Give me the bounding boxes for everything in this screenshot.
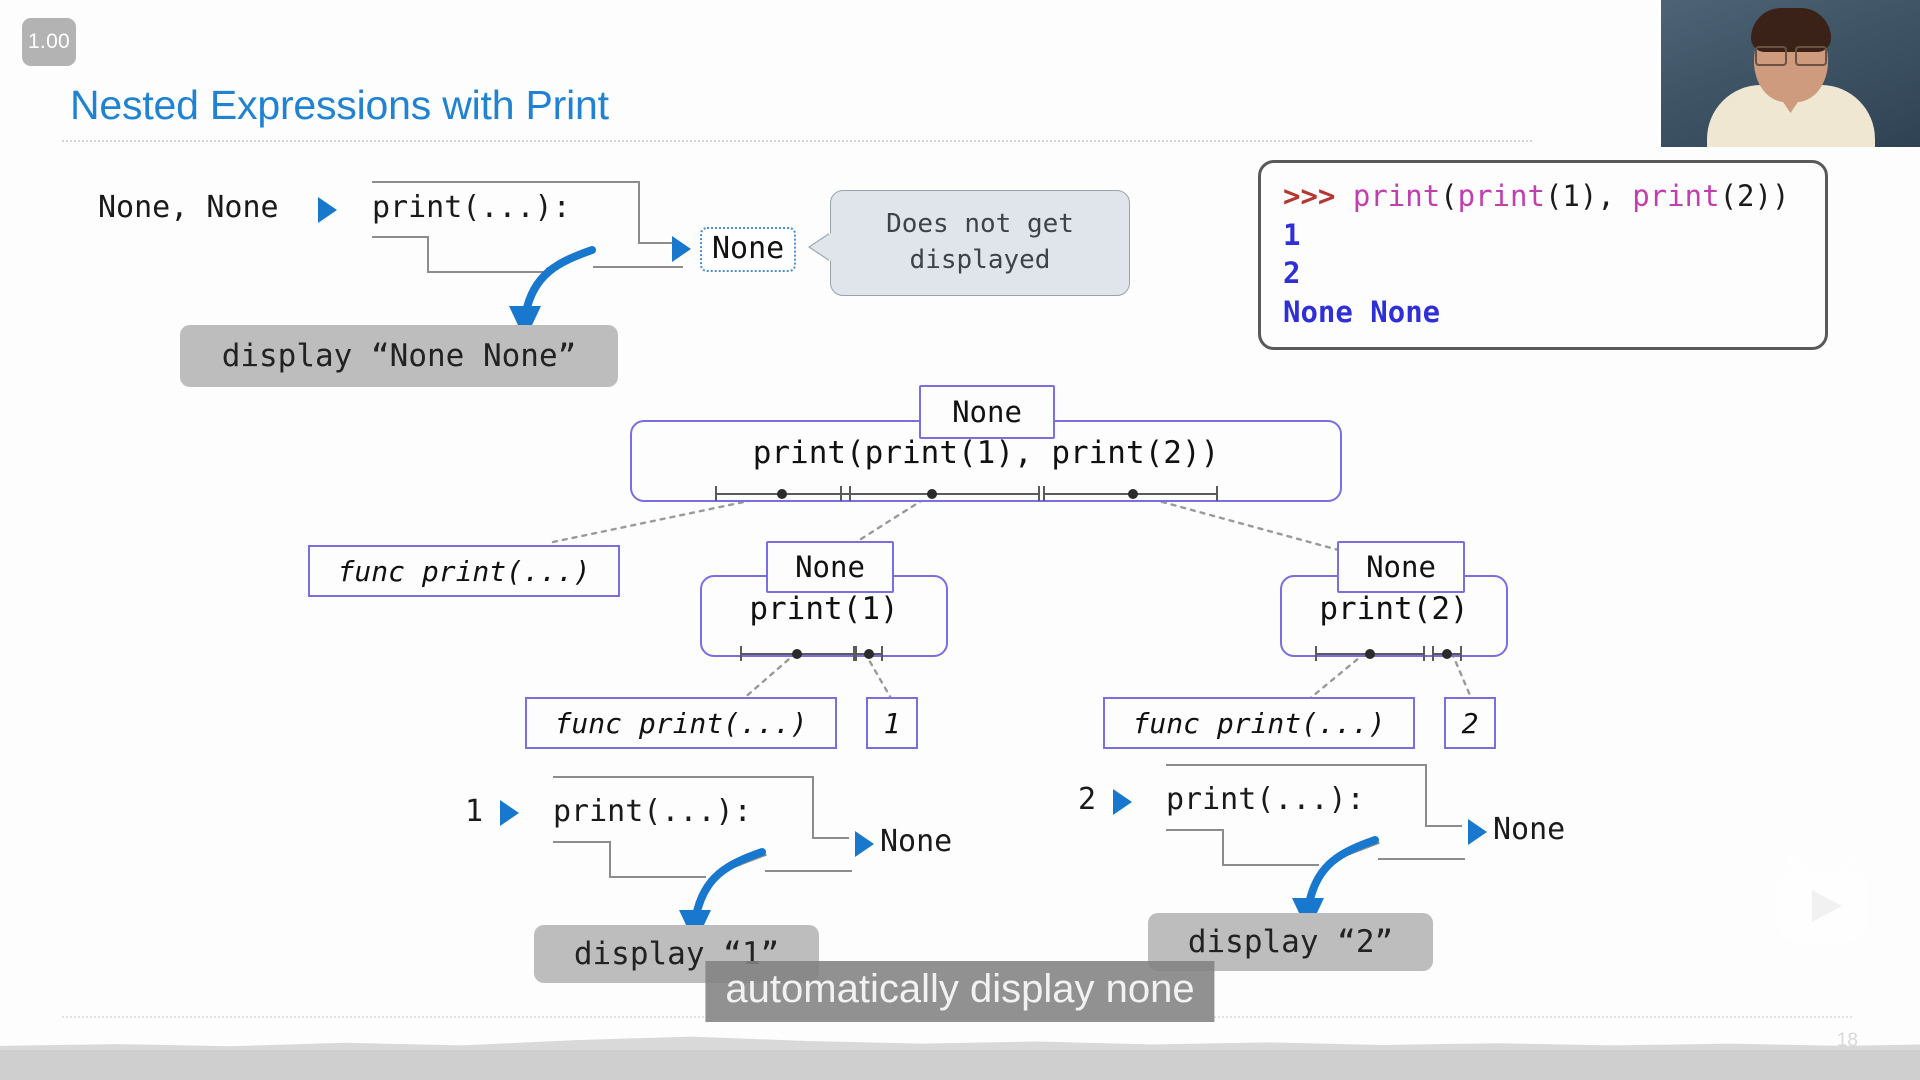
root-value-box: None: [919, 385, 1055, 439]
bottom-right-result-value: None: [1493, 812, 1566, 847]
root-operator-leaf: func print(...): [308, 545, 620, 597]
bottom-right-return-value: 2: [1078, 782, 1097, 817]
left-branch-connector-bar-2: [855, 645, 883, 663]
bottom-left-call-label: print(...):: [553, 794, 752, 829]
right-branch-connector-bar-2: [1432, 645, 1462, 663]
avatar-glasses-icon: [1753, 46, 1829, 66]
blue-triangle-icon: [1468, 819, 1487, 845]
right-branch-connector-bar-1: [1315, 645, 1425, 663]
root-expression-text: print(print(1), print(2)): [752, 435, 1220, 471]
blue-triangle-icon: [855, 831, 874, 857]
left-branch-operand-leaf: 1: [866, 697, 918, 749]
play-tv-watermark-icon: [1776, 856, 1868, 942]
left-branch-operator-leaf: func print(...): [525, 697, 837, 749]
instructor-video-pip[interactable]: [1658, 0, 1920, 150]
video-caption: automatically display none: [705, 961, 1215, 1022]
left-branch-connector-bar-1: [740, 645, 855, 663]
blue-triangle-icon: [500, 800, 519, 826]
left-branch-value-box: None: [766, 541, 894, 593]
root-connector-bar-1: [715, 485, 851, 503]
bottom-right-call-label: print(...):: [1166, 782, 1365, 817]
playback-speed-badge[interactable]: 1.00: [22, 18, 76, 66]
right-branch-value-box: None: [1337, 541, 1465, 593]
slide-canvas: 1.00 Nested Expressions with Print 18 No…: [0, 0, 1920, 1080]
bottom-left-result-value: None: [880, 824, 953, 859]
right-branch-expression-text: print(2): [1319, 591, 1469, 627]
left-branch-expression-text: print(1): [749, 591, 899, 627]
root-connector-bar-2: [840, 485, 1040, 503]
player-scrubber[interactable]: [0, 1050, 1920, 1080]
right-branch-operand-leaf: 2: [1444, 697, 1496, 749]
root-connector-bar-3: [1043, 485, 1218, 503]
bottom-left-return-value: 1: [465, 794, 484, 829]
blue-triangle-icon: [1113, 789, 1132, 815]
tree-connector-lines: [551, 492, 1474, 702]
right-branch-operator-leaf: func print(...): [1103, 697, 1415, 749]
